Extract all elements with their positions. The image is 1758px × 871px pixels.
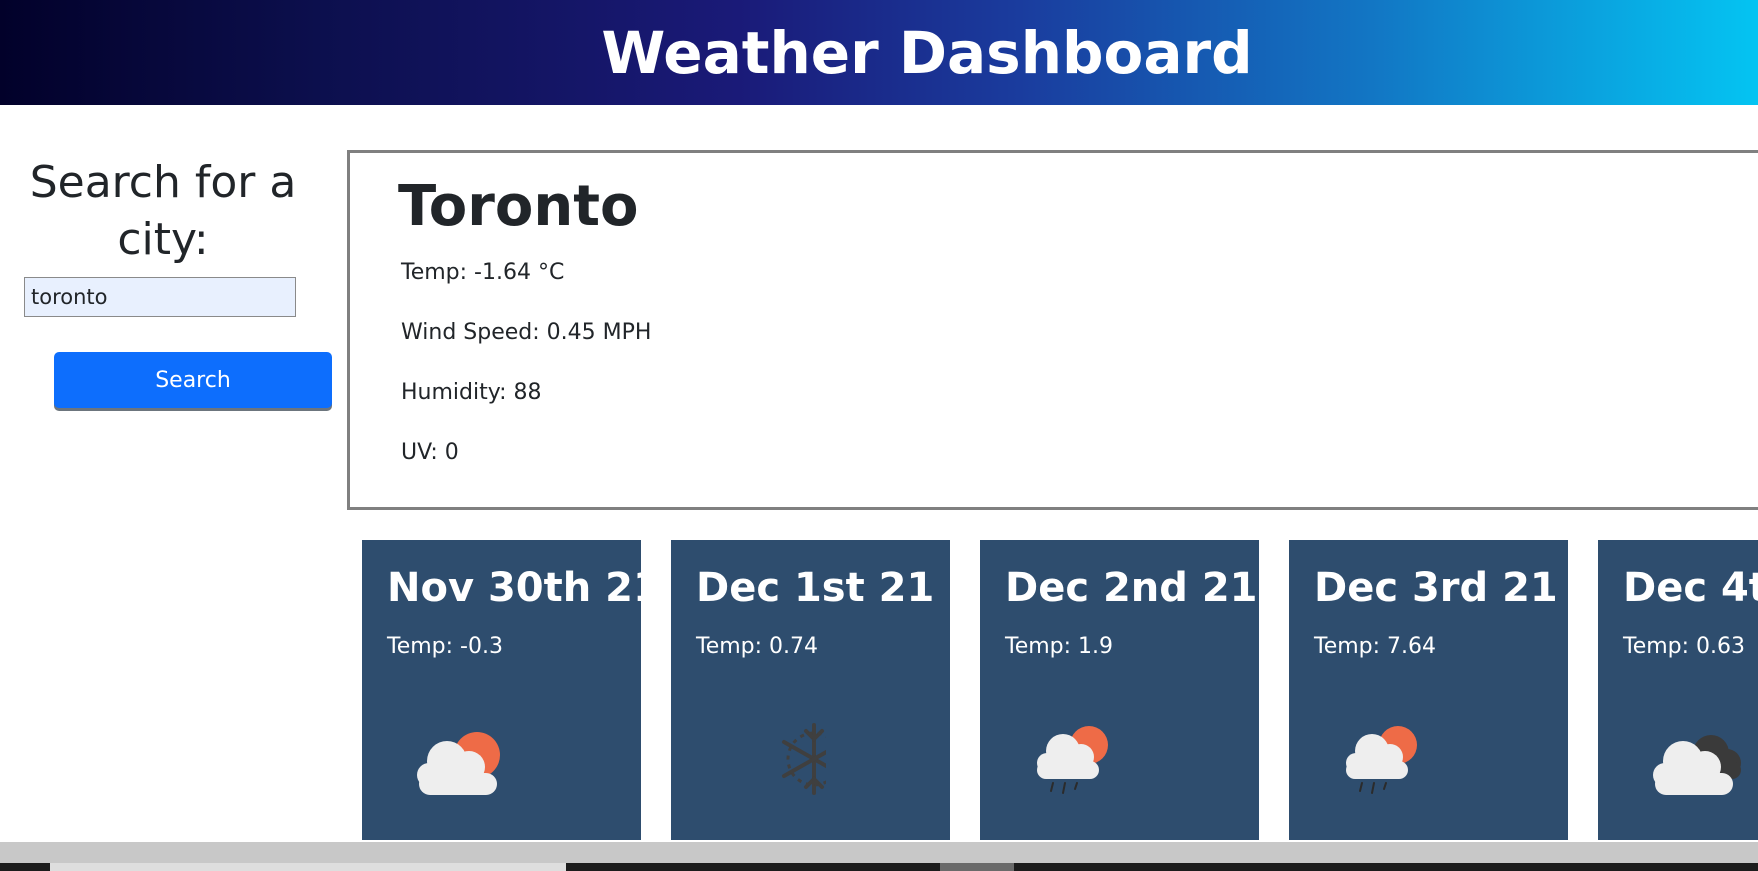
taskbar-item	[940, 863, 1014, 871]
cloud-sun-rain-icon	[1346, 726, 1417, 794]
current-weather-panel: Toronto Temp: -1.64 °C Wind Speed: 0.45 …	[347, 150, 1758, 510]
forecast-card: Dec 1st 21 Temp: 0.74	[671, 540, 950, 840]
forecast-date: Dec 1st 21	[696, 565, 935, 611]
horizontal-scrollbar[interactable]	[0, 842, 1758, 863]
current-uv: UV: 0	[401, 440, 459, 465]
forecast-date: Dec 4th 21	[1623, 565, 1758, 611]
forecast-date: Dec 3rd 21	[1314, 565, 1558, 611]
forecast-temp: Temp: -0.3	[387, 634, 503, 659]
forecast-card: Nov 30th 21 Temp: -0.3	[362, 540, 661, 840]
snowflake-icon	[782, 723, 826, 795]
partly-cloudy-sun-icon	[417, 732, 500, 795]
taskbar-item	[50, 863, 566, 871]
page-header: Weather Dashboard	[0, 0, 1758, 105]
scrollbar-thumb[interactable]	[0, 842, 1758, 863]
forecast-temp: Temp: 7.64	[1314, 634, 1437, 659]
forecast-card: Dec 4th 21 Temp: 0.63	[1598, 540, 1758, 840]
search-title: Search for a city:	[29, 157, 297, 265]
forecast-temp: Temp: 0.63	[1623, 634, 1746, 659]
search-button[interactable]: Search	[54, 352, 332, 408]
current-city-name: Toronto	[398, 174, 639, 239]
page-title: Weather Dashboard	[601, 18, 1253, 87]
forecast-temp: Temp: 1.9	[1005, 634, 1114, 659]
forecast-date: Nov 30th 21	[387, 565, 661, 611]
current-humidity: Humidity: 88	[401, 380, 542, 405]
forecast-temp: Temp: 0.74	[696, 634, 819, 659]
taskbar-strip	[0, 863, 1758, 871]
forecast-card: Dec 3rd 21 Temp: 7.64	[1289, 540, 1568, 840]
city-search-input[interactable]	[24, 277, 296, 317]
forecast-card: Dec 2nd 21 Temp: 1.9	[980, 540, 1259, 840]
current-temp: Temp: -1.64 °C	[401, 260, 565, 285]
current-wind-speed: Wind Speed: 0.45 MPH	[401, 320, 652, 345]
forecast-date: Dec 2nd 21	[1005, 565, 1258, 611]
cloud-sun-rain-icon	[1037, 726, 1108, 794]
cloudy-icon	[1653, 735, 1741, 795]
